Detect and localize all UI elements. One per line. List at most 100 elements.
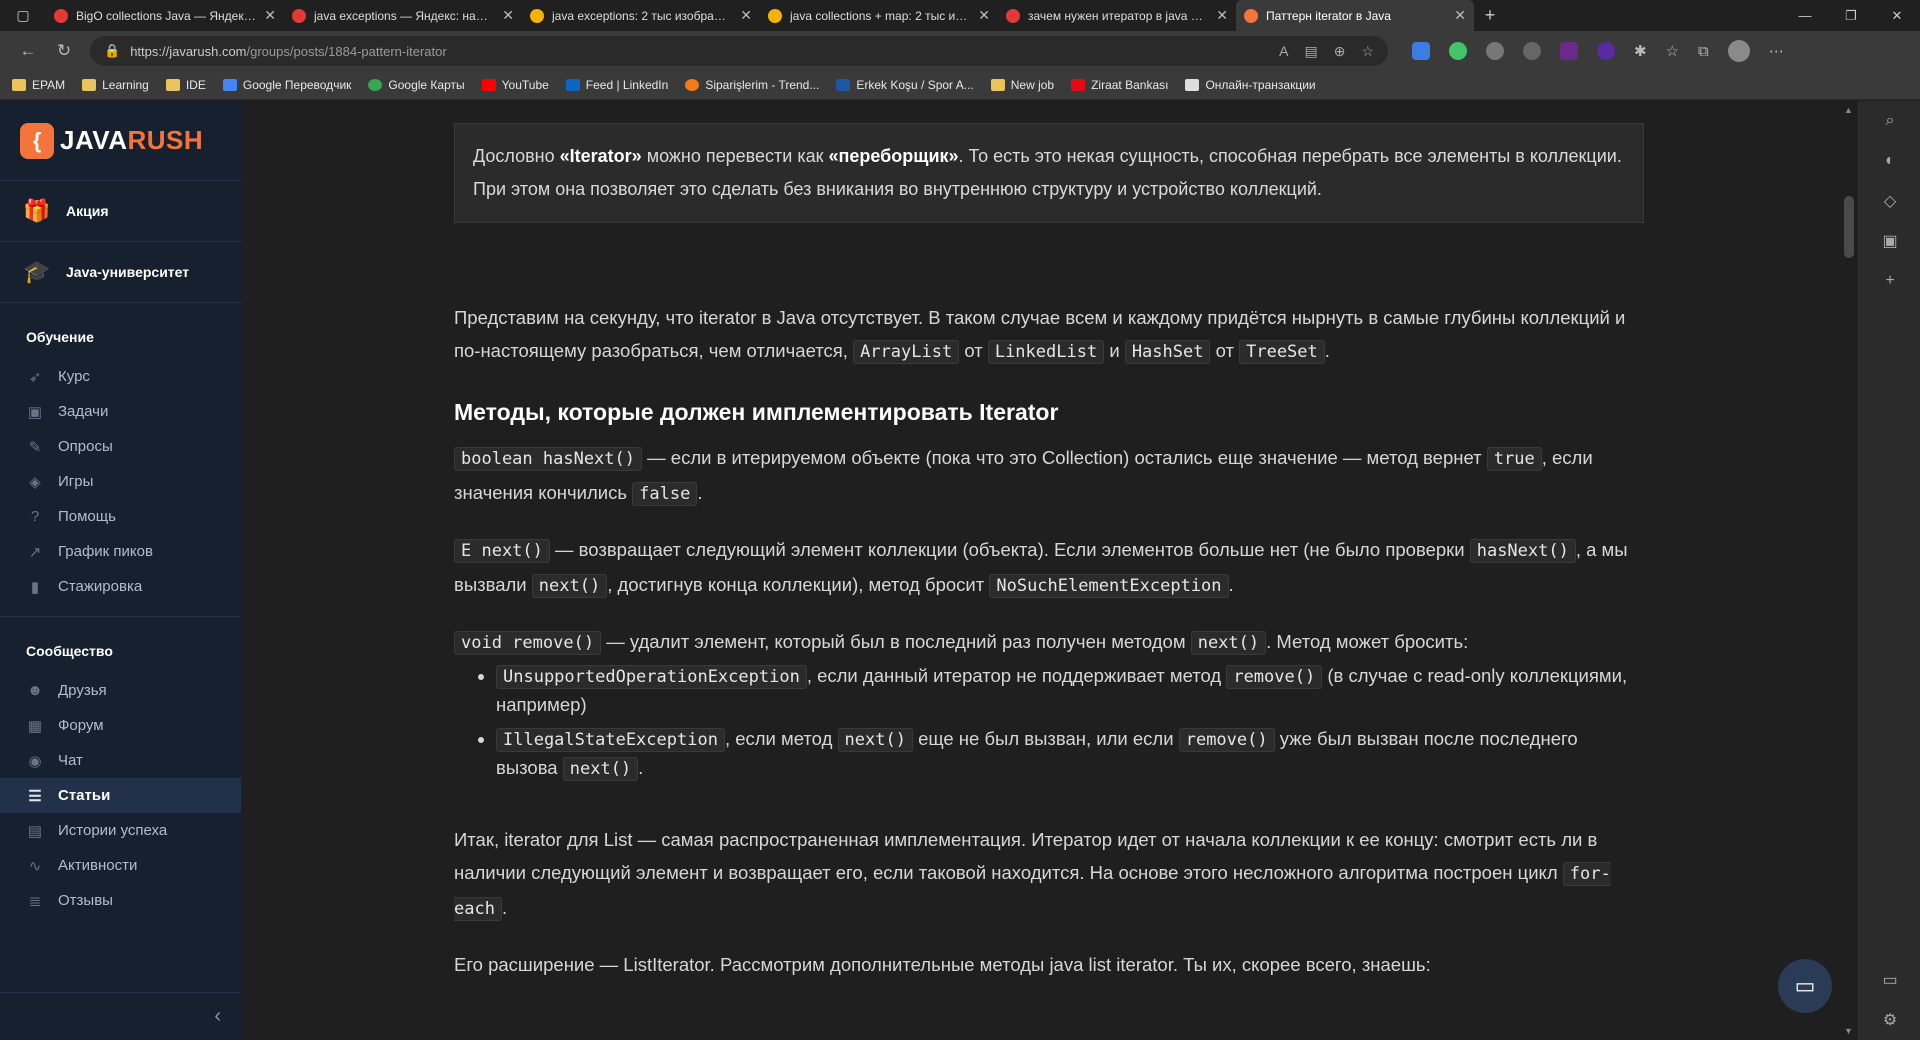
lock-icon[interactable]: 🔒 [104,43,120,59]
google-translate-icon [222,79,237,91]
paragraph-text: — возвращает следующий элемент коллекции… [549,539,1470,560]
browser-tab[interactable]: зачем нужен итератор в java — Яндекс ✕ [998,0,1236,31]
sidebar-item-articles[interactable]: ☰ Статьи [0,778,241,813]
collections-icon[interactable]: ⧉ [1698,43,1709,60]
browser-tab[interactable]: java exceptions — Яндекс: нашлось ✕ [284,0,522,31]
inline-code: UnsupportedOperationException [496,665,807,689]
bookmark-item[interactable]: Google Переводчик [222,78,351,92]
sidebar-item-surveys[interactable]: ✎ Опросы [0,429,241,464]
close-window-icon[interactable]: ✕ [1874,8,1920,24]
profile-avatar-icon[interactable] [1727,40,1750,62]
favorite-star-icon[interactable]: ☆ [1361,43,1374,60]
sidebar-item-label: Игры [58,473,94,490]
extensions-puzzle-icon[interactable]: ✱ [1634,42,1647,60]
more-menu-icon[interactable]: ⋯ [1769,42,1784,60]
sidebar-item-internship[interactable]: ▮ Стажировка [0,569,241,604]
close-tab-icon[interactable]: ✕ [1216,7,1228,24]
scroll-up-arrow-icon[interactable]: ▲ [1844,105,1853,115]
zoom-icon[interactable]: ⊕ [1334,43,1346,60]
paragraph-text: — если в итерируемом объекте (пока что э… [642,447,1487,468]
hide-sidebar-icon[interactable]: ▭ [1859,960,1920,1000]
sidebar-item-forum[interactable]: ▦ Форум [0,708,241,743]
close-tab-icon[interactable]: ✕ [1454,7,1466,24]
extension-grey2-icon[interactable] [1523,42,1541,60]
extension-grey-icon[interactable] [1486,42,1504,60]
bookmark-item[interactable]: Онлайн-транзакции [1185,78,1316,92]
page-scrollbar[interactable]: ▲ ▼ [1840,101,1858,1040]
copilot-icon[interactable]: ◐ [1859,141,1920,181]
minimize-icon[interactable]: — [1782,8,1828,24]
extension-violet-icon[interactable] [1597,42,1615,60]
settings-gear-icon[interactable]: ⚙ [1859,1000,1920,1040]
browser-tab-bar: ▢ BigO collections Java — Яндекс: нашлос… [0,0,1920,31]
browser-tab-active[interactable]: Паттерн iterator в Java ✕ [1236,0,1474,31]
new-tab-button[interactable]: + [1474,5,1506,26]
bookmark-item[interactable]: EPAM [12,78,65,92]
restore-icon[interactable]: ❐ [1828,8,1874,24]
search-icon[interactable]: ⌕ [1859,101,1920,141]
sidebar-item-activity[interactable]: ∿ Активности [0,848,241,883]
inline-code: void remove() [454,631,602,655]
scrollbar-thumb[interactable] [1844,196,1854,258]
linkedin-icon [565,79,580,91]
bookmark-item[interactable]: IDE [165,78,206,92]
close-tab-icon[interactable]: ✕ [264,7,276,24]
forum-icon: ▦ [27,717,43,735]
close-tab-icon[interactable]: ✕ [502,7,514,24]
outlook-icon[interactable]: ▣ [1859,221,1920,261]
bookmark-item[interactable]: Google Карты [368,78,465,92]
browser-tab[interactable]: BigO collections Java — Яндекс: нашлось ✕ [46,0,284,31]
sidebar-item-games[interactable]: ◈ Игры [0,464,241,499]
sidebar-item-chat[interactable]: ◉ Чат [0,743,241,778]
support-chat-button[interactable]: ▭ [1778,959,1832,1013]
refresh-icon[interactable]: ↻ [46,41,82,61]
list-item: UnsupportedOperationException, если данн… [496,662,1644,719]
browser-side-panel: ⌕ ◐ ◇ ▣ + ▭ ⚙ [1858,101,1920,1040]
sidebar-item-peaks[interactable]: ↗ График пиков [0,534,241,569]
bookmark-item[interactable]: Siparişlerim - Trend... [685,78,819,92]
scroll-down-arrow-icon[interactable]: ▼ [1844,1026,1853,1036]
url-text[interactable]: https://javarush.com/groups/posts/1884-p… [130,44,1269,59]
bookmark-item[interactable]: Learning [82,78,149,92]
address-bar[interactable]: 🔒 https://javarush.com/groups/posts/1884… [90,36,1388,66]
javarush-logo[interactable]: { JAVARUSH [0,101,241,181]
sidebar-item-course[interactable]: ➶ Курс [0,359,241,394]
bookmark-item[interactable]: Feed | LinkedIn [565,78,668,92]
paragraph-text: и [1109,340,1120,361]
sidebar-item-tasks[interactable]: ▣ Задачи [0,394,241,429]
read-aloud-icon[interactable]: A [1279,43,1288,60]
favorites-icon[interactable]: ☆ [1666,42,1679,60]
sidebar-item-help[interactable]: ? Помощь [0,499,241,534]
back-icon[interactable]: ← [10,41,46,61]
inline-code: false [632,482,698,506]
collapse-sidebar-button[interactable]: ‹ [0,992,241,1040]
paragraph-next: E next() — возвращает следующий элемент … [454,533,1644,603]
bookmark-label: IDE [185,78,206,92]
inline-code: NoSuchElementException [989,574,1229,598]
shopping-icon[interactable]: ◇ [1859,181,1920,221]
sidebar-item-friends[interactable]: ☻ Друзья [0,673,241,708]
sidebar-item-promo[interactable]: 🎁 Акция [0,181,241,242]
bookmark-item[interactable]: YouTube [481,78,549,92]
tab-actions-icon[interactable]: ▢ [0,0,46,31]
bookmark-item[interactable]: Ziraat Bankası [1071,78,1168,92]
browser-tab[interactable]: java collections + map: 2 тыс изображени… [760,0,998,31]
browser-tab[interactable]: java exceptions: 2 тыс изображений ✕ [522,0,760,31]
extension-purple-icon[interactable] [1560,42,1578,60]
bookmark-item[interactable]: New job [990,78,1054,92]
folder-icon [82,79,97,91]
close-tab-icon[interactable]: ✕ [740,7,752,24]
add-panel-icon[interactable]: + [1859,261,1920,301]
reader-view-icon[interactable]: ▤ [1304,43,1317,60]
extension-green-icon[interactable] [1449,42,1467,60]
bookmark-label: EPAM [32,78,66,92]
sidebar-item-label: Задачи [58,403,109,420]
paragraph-text: , достигнув конца коллекции), метод брос… [607,574,990,595]
bookmark-item[interactable]: Erkek Koşu / Spor A... [836,78,974,92]
close-tab-icon[interactable]: ✕ [978,7,990,24]
sidebar-item-reviews[interactable]: ≣ Отзывы [0,883,241,918]
sidebar-item-success-stories[interactable]: ▤ Истории успеха [0,813,241,848]
tab-title: BigO collections Java — Яндекс: нашлось [76,8,256,23]
extension-translate-icon[interactable] [1412,42,1430,60]
sidebar-item-university[interactable]: 🎓 Java-университет [0,242,241,303]
